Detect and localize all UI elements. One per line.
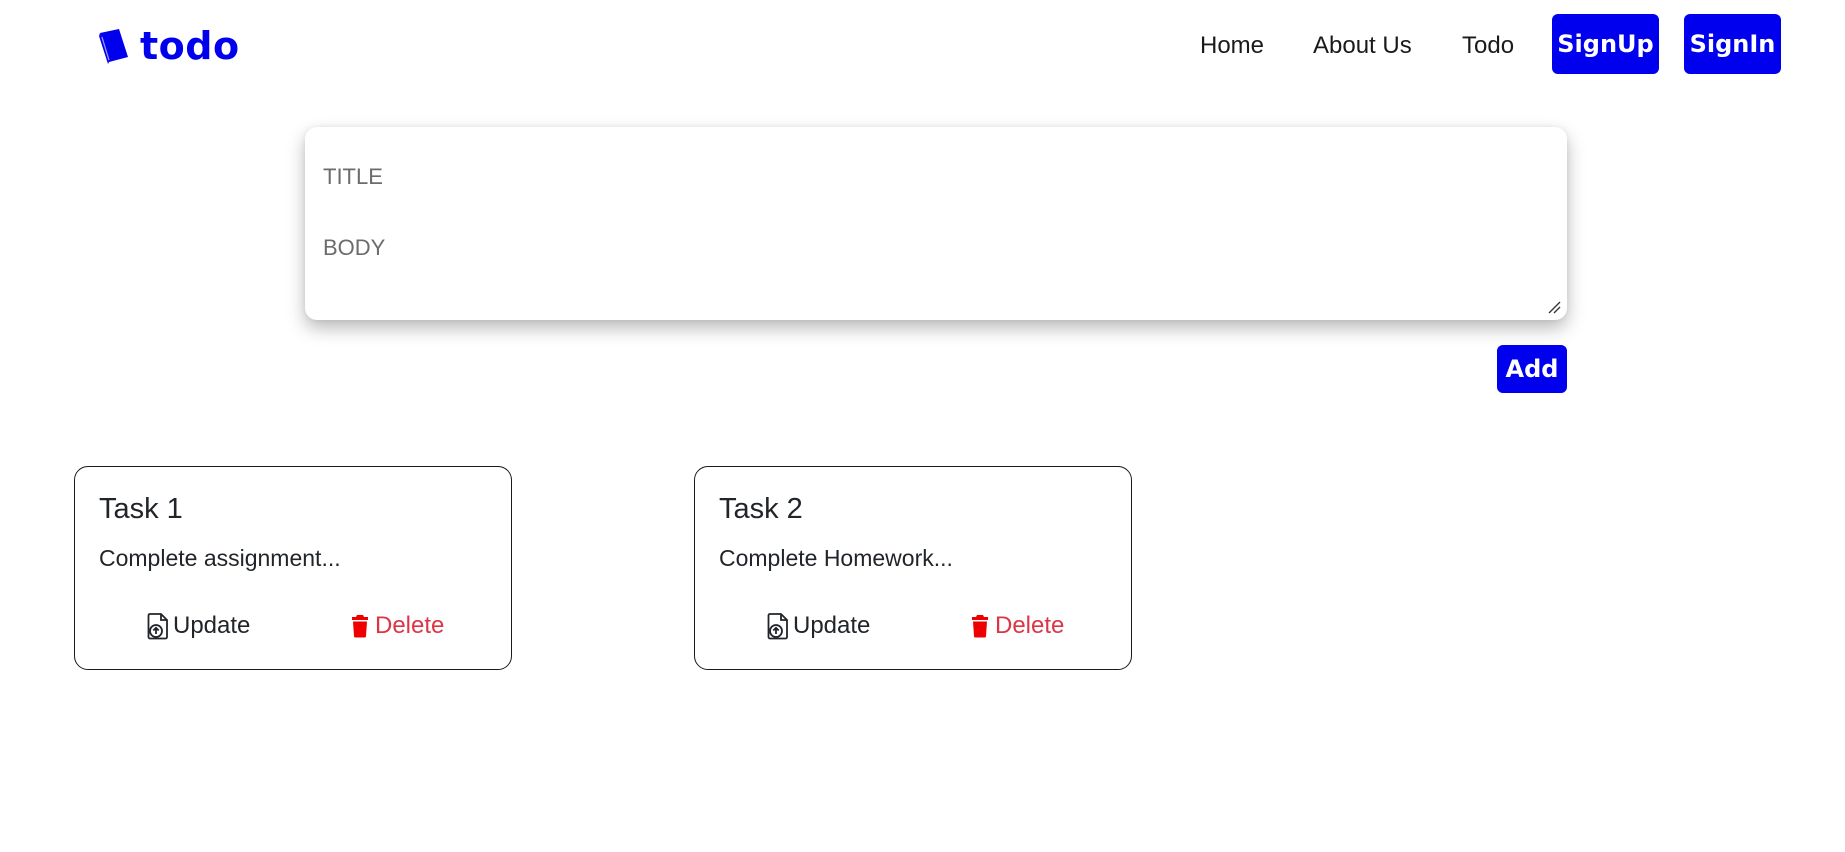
navbar: todo Home About Us Todo SignUp SignIn: [0, 0, 1845, 92]
update-button[interactable]: Update: [145, 609, 250, 643]
file-upload-icon: [145, 611, 171, 641]
task-card: Task 2 Complete Homework... Update Delet…: [694, 466, 1132, 670]
resize-handle-icon[interactable]: [1547, 300, 1561, 314]
add-button[interactable]: Add: [1497, 345, 1567, 393]
trash-icon: [967, 611, 993, 641]
delete-label: Delete: [375, 612, 445, 639]
todo-form: [305, 127, 1567, 320]
update-label: Update: [173, 612, 251, 639]
trash-icon: [347, 611, 373, 641]
signup-button[interactable]: SignUp: [1552, 14, 1659, 74]
signin-button[interactable]: SignIn: [1684, 14, 1781, 74]
nav-link-todo[interactable]: Todo: [1462, 30, 1514, 62]
delete-button[interactable]: Delete: [967, 609, 1064, 643]
update-button[interactable]: Update: [765, 609, 870, 643]
brand-name: todo: [140, 24, 240, 68]
delete-label: Delete: [995, 612, 1065, 639]
title-input[interactable]: [323, 157, 1543, 197]
nav-link-home[interactable]: Home: [1200, 30, 1264, 62]
body-textarea[interactable]: [323, 229, 1543, 309]
brand-link[interactable]: todo: [96, 22, 240, 70]
task-body: Complete assignment...: [99, 545, 341, 571]
nav-link-about-us[interactable]: About Us: [1313, 30, 1412, 62]
book-icon: [96, 26, 132, 66]
task-body: Complete Homework...: [719, 545, 953, 571]
update-label: Update: [793, 612, 871, 639]
task-card: Task 1 Complete assignment... Update Del…: [74, 466, 512, 670]
file-upload-icon: [765, 611, 791, 641]
delete-button[interactable]: Delete: [347, 609, 444, 643]
task-title: Task 2: [719, 493, 803, 525]
task-title: Task 1: [99, 493, 183, 525]
